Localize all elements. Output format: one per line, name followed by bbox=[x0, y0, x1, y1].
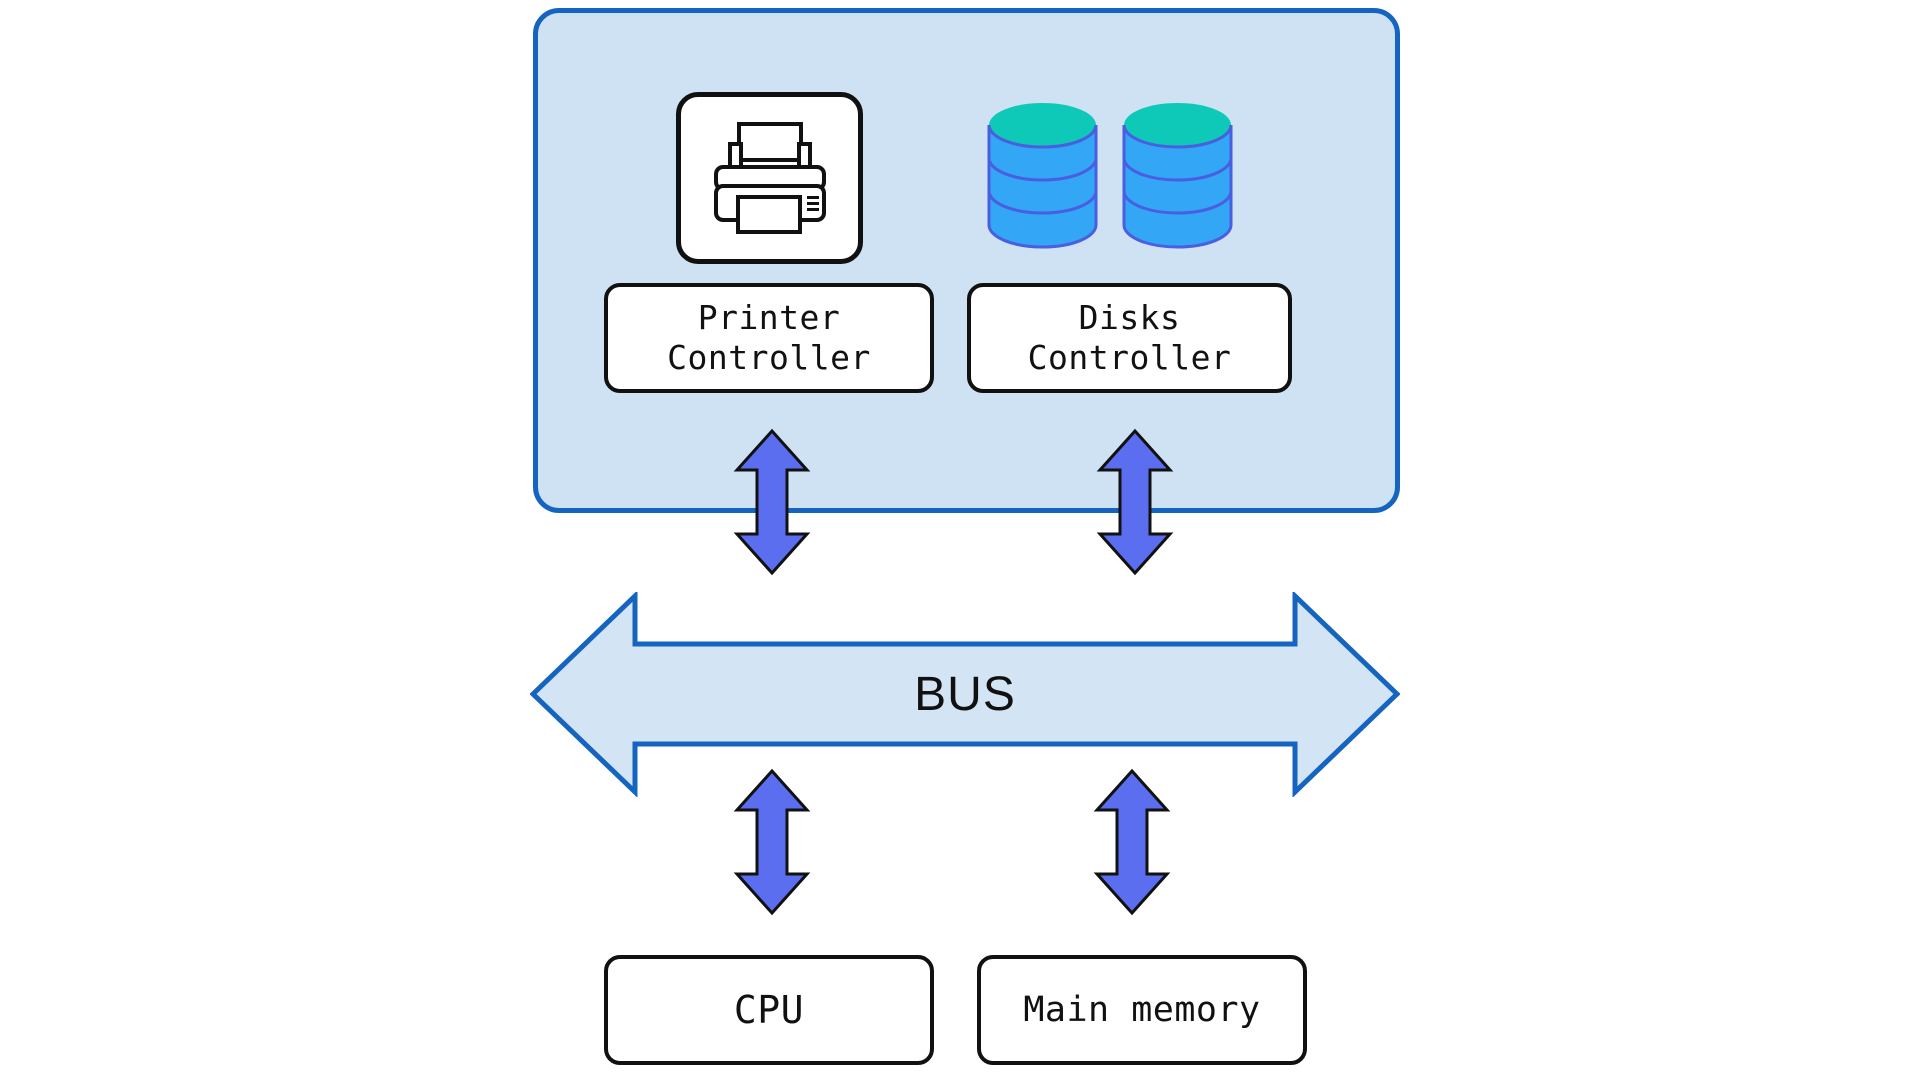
main-memory-box: Main memory bbox=[977, 955, 1307, 1065]
disk-cylinder-icon bbox=[985, 100, 1100, 250]
disks-controller-label: Disks Controller bbox=[1027, 297, 1232, 377]
diagram-canvas: Printer Controller Disks Controller BUS bbox=[0, 0, 1920, 1080]
printer-icon bbox=[706, 118, 834, 238]
arrow-printer-controller-to-bus bbox=[732, 428, 812, 576]
cpu-box: CPU bbox=[604, 955, 934, 1065]
disk-cylinder-icon bbox=[1120, 100, 1235, 250]
printer-controller-label-line1: Printer bbox=[697, 297, 841, 337]
disks-icon-group bbox=[985, 100, 1235, 252]
printer-controller-box: Printer Controller bbox=[604, 283, 934, 393]
printer-icon-tile bbox=[676, 92, 863, 264]
printer-controller-label-line2: Controller bbox=[667, 338, 871, 377]
peripherals-group-panel bbox=[533, 8, 1400, 513]
printer-controller-label: Printer Controller bbox=[667, 298, 871, 379]
arrow-bus-to-main-memory bbox=[1092, 768, 1172, 916]
system-bus: BUS bbox=[530, 592, 1400, 797]
arrow-bus-to-cpu bbox=[732, 768, 812, 916]
cpu-label: CPU bbox=[733, 987, 805, 1032]
main-memory-label: Main memory bbox=[1023, 989, 1261, 1030]
disks-controller-box: Disks Controller bbox=[967, 283, 1292, 393]
arrow-disks-controller-to-bus bbox=[1095, 428, 1175, 576]
